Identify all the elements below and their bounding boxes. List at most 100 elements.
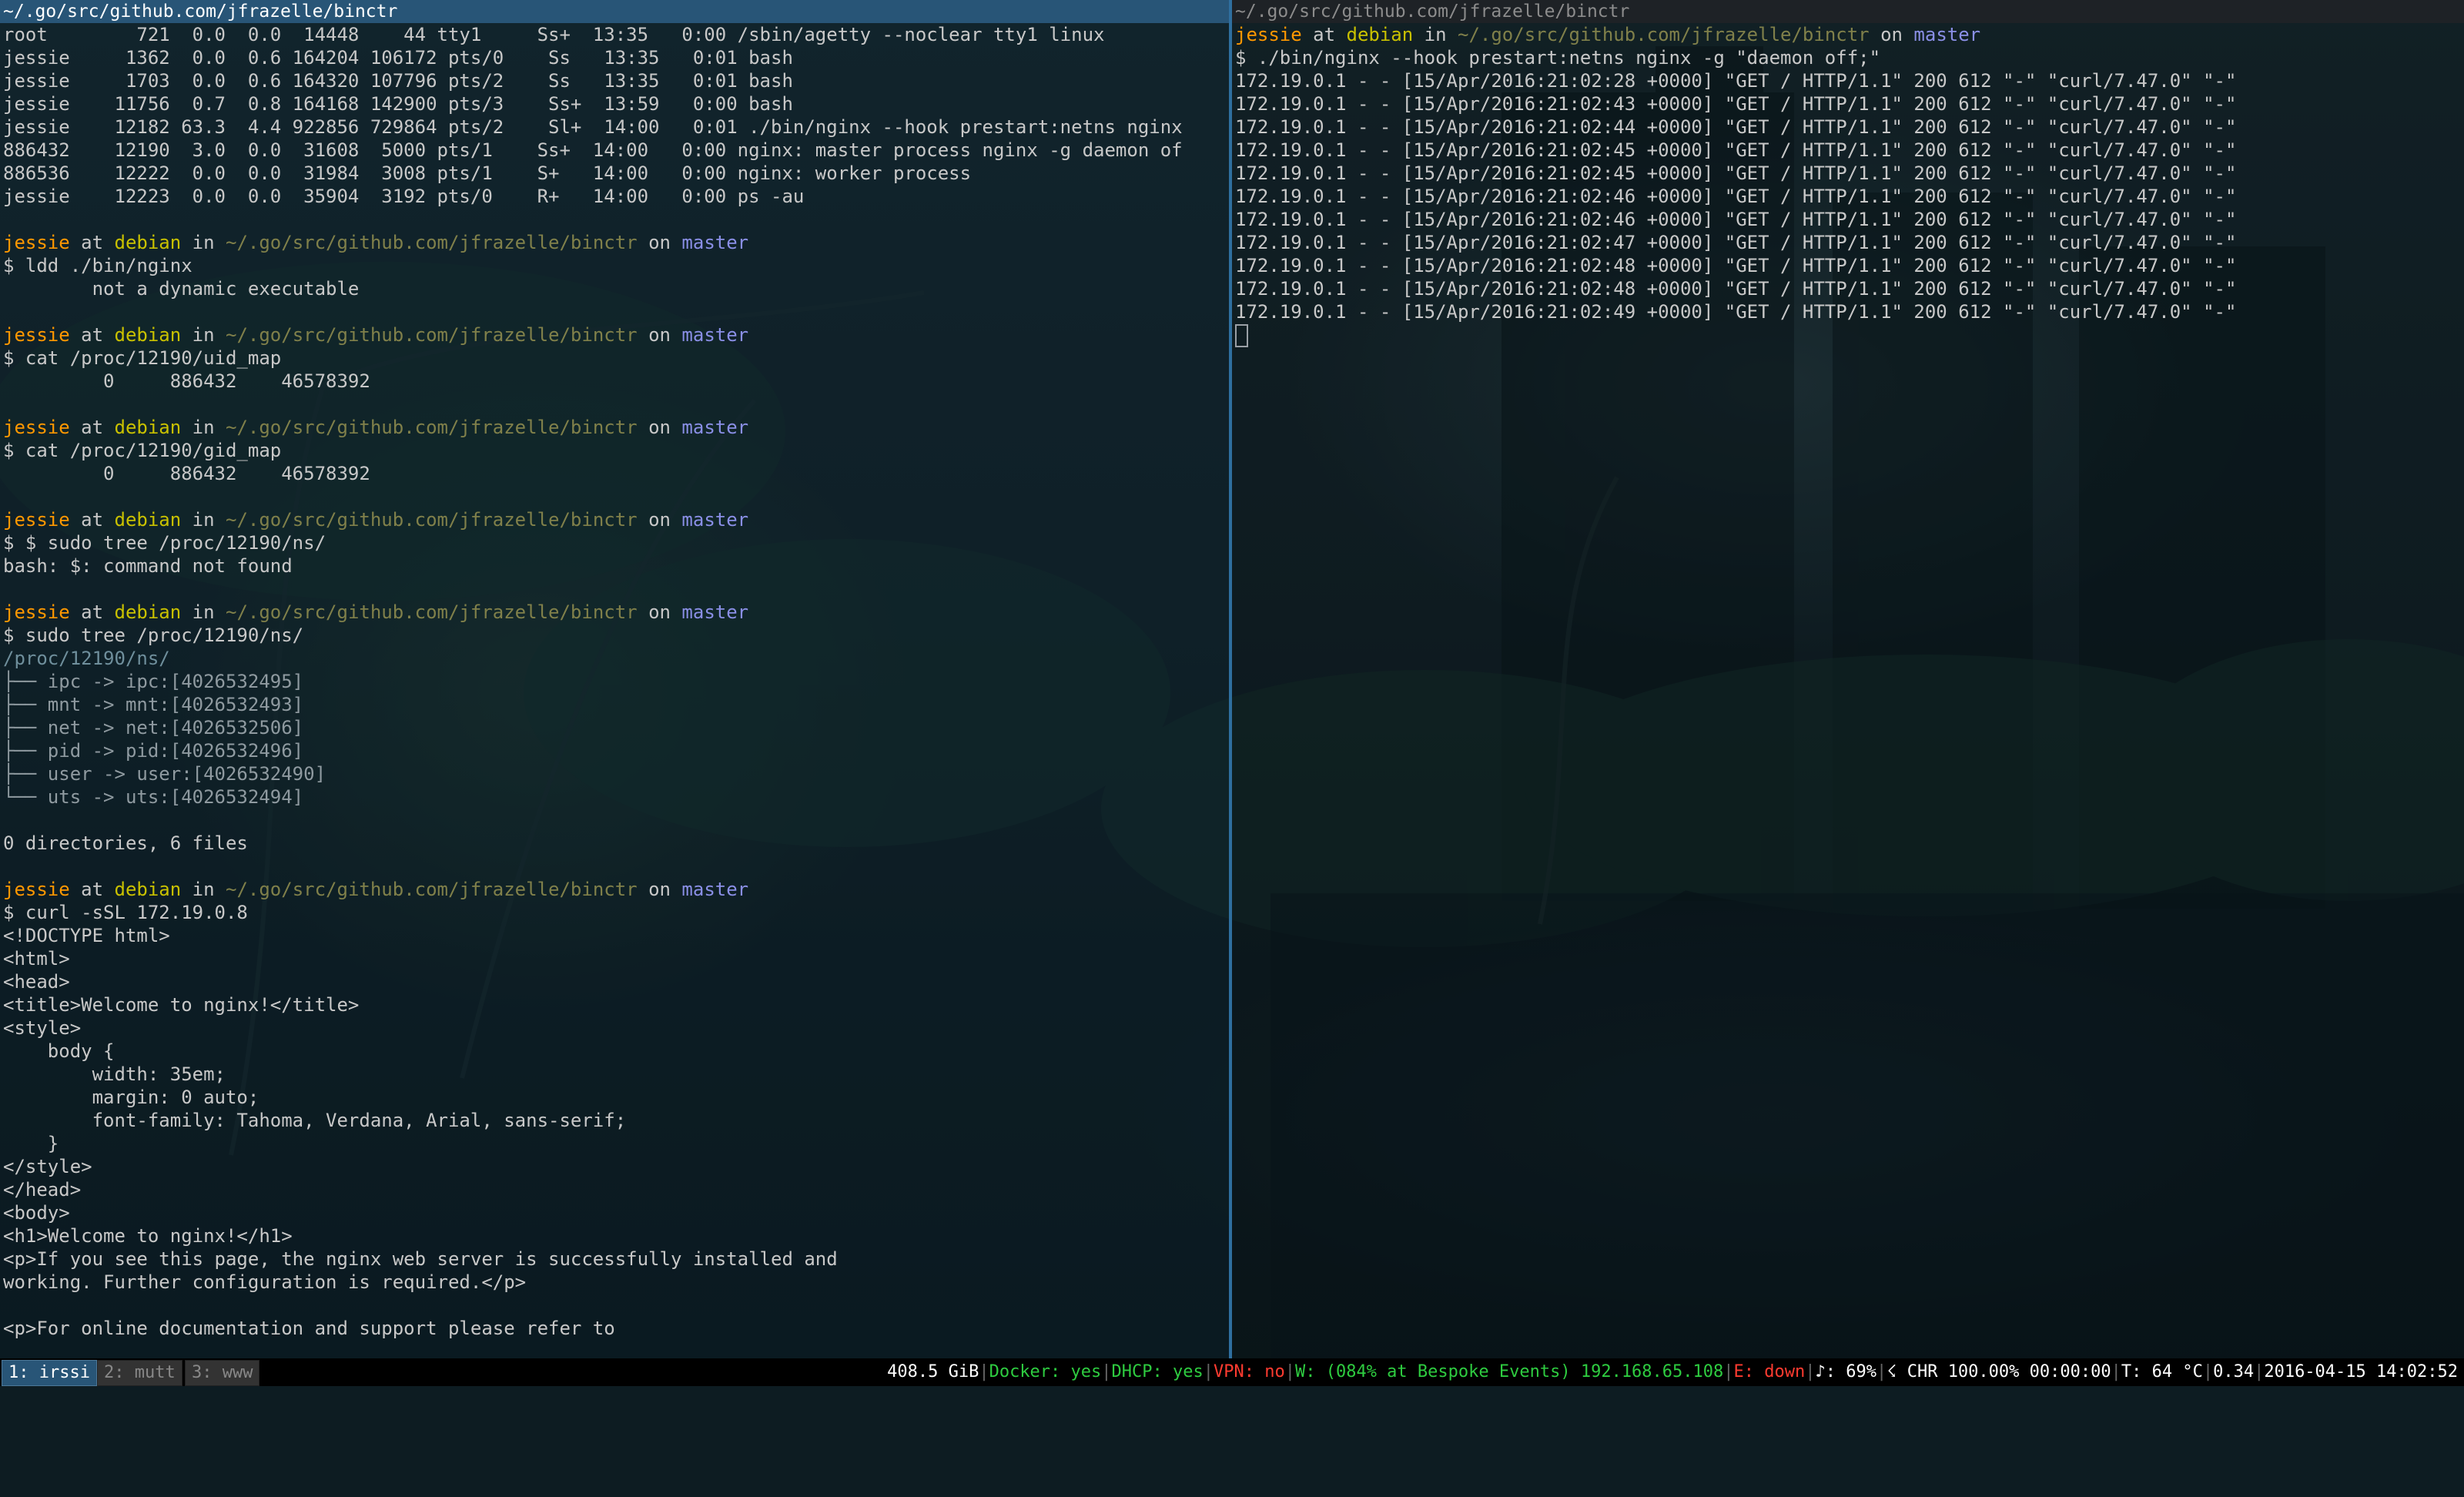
prompt-at: at bbox=[69, 417, 115, 438]
prompt-user: jessie bbox=[1235, 24, 1302, 45]
command-line: $ cat /proc/12190/gid_map bbox=[3, 440, 282, 461]
curl-output-line: working. Further configuration is requir… bbox=[3, 1271, 527, 1293]
command-line: $ ./bin/nginx --hook prestart:netns ngin… bbox=[1235, 47, 1881, 69]
curl-output-line: <body> bbox=[3, 1202, 70, 1224]
command-line: $ curl -sSL 172.19.0.8 bbox=[3, 902, 248, 923]
clock: 2016-04-15 14:02:52 bbox=[2264, 1362, 2458, 1381]
prompt-branch: master bbox=[681, 417, 749, 438]
curl-output-line: <p>If you see this page, the nginx web s… bbox=[3, 1248, 838, 1270]
prompt-host: debian bbox=[114, 417, 182, 438]
curl-output-line: <title>Welcome to nginx!</title> bbox=[3, 994, 360, 1016]
prompt-in: in bbox=[181, 232, 226, 253]
command-line: $ ldd ./bin/nginx bbox=[3, 255, 192, 276]
prompt-path: ~/.go/src/github.com/jfrazelle/binctr bbox=[226, 509, 638, 531]
tree-entry: ├── net -> net:[4026532506] bbox=[3, 717, 304, 738]
command-output: bash: $: command not found bbox=[3, 555, 293, 577]
prompt-path: ~/.go/src/github.com/jfrazelle/binctr bbox=[226, 324, 638, 346]
curl-output-line: <h1>Welcome to nginx!</h1> bbox=[3, 1225, 293, 1247]
prompt-at: at bbox=[69, 324, 115, 346]
access-log-line: 172.19.0.1 - - [15/Apr/2016:21:02:43 +00… bbox=[1235, 93, 2237, 115]
prompt-path: ~/.go/src/github.com/jfrazelle/binctr bbox=[226, 879, 638, 900]
tree-entry: ├── ipc -> ipc:[4026532495] bbox=[3, 671, 304, 692]
prompt-host: debian bbox=[114, 601, 182, 623]
workspace-button-irssi[interactable]: 1: irssi bbox=[2, 1360, 97, 1386]
command-output: not a dynamic executable bbox=[3, 278, 360, 300]
prompt-in: in bbox=[181, 601, 226, 623]
status-bar: 1: irssi 2: mutt 3: www 408.5 GiB|Docker… bbox=[0, 1358, 2464, 1386]
terminal-pane-left[interactable]: ~/.go/src/github.com/jfrazelle/binctr ro… bbox=[0, 0, 1232, 1358]
prompt-branch: master bbox=[681, 879, 749, 900]
prompt-on: on bbox=[637, 879, 682, 900]
curl-output-line: <p>For online documentation and support … bbox=[3, 1318, 615, 1339]
cursor-line bbox=[1235, 323, 2464, 347]
terminal-line: jessie 1703 0.0 0.6 164320 107796 pts/2 … bbox=[3, 70, 793, 92]
terminal-output[interactable]: jessie at debian in ~/.go/src/github.com… bbox=[1232, 23, 2464, 347]
disk-status: 408.5 GiB bbox=[887, 1362, 979, 1381]
command-line: $ sudo tree /proc/12190/ns/ bbox=[3, 625, 304, 646]
prompt-host: debian bbox=[1346, 24, 1414, 45]
curl-output-line: </style> bbox=[3, 1156, 92, 1177]
prompt-host: debian bbox=[114, 509, 182, 531]
shell-prompt: jessie at debian in ~/.go/src/github.com… bbox=[1235, 23, 2464, 46]
prompt-path: ~/.go/src/github.com/jfrazelle/binctr bbox=[226, 601, 638, 623]
prompt-host: debian bbox=[114, 879, 182, 900]
prompt-user: jessie bbox=[3, 601, 70, 623]
prompt-at: at bbox=[69, 232, 115, 253]
shell-prompt: jessie at debian in ~/.go/src/github.com… bbox=[3, 878, 1229, 901]
curl-output-line: <head> bbox=[3, 971, 70, 993]
tree-entry: ├── pid -> pid:[4026532496] bbox=[3, 740, 304, 762]
prompt-on: on bbox=[1869, 24, 1914, 45]
terminal-line: root 721 0.0 0.0 14448 44 tty1 Ss+ 13:35… bbox=[3, 24, 1105, 45]
prompt-path: ~/.go/src/github.com/jfrazelle/binctr bbox=[226, 232, 638, 253]
window-title[interactable]: ~/.go/src/github.com/jfrazelle/binctr bbox=[0, 0, 1229, 23]
curl-output-line: <html> bbox=[3, 948, 70, 970]
window-title[interactable]: ~/.go/src/github.com/jfrazelle/binctr bbox=[1232, 0, 2464, 23]
command-output: 0 886432 46578392 bbox=[3, 370, 370, 392]
shell-prompt: jessie at debian in ~/.go/src/github.com… bbox=[3, 416, 1229, 439]
load-status: 0.34 bbox=[2213, 1362, 2255, 1381]
command-output: 0 886432 46578392 bbox=[3, 463, 370, 484]
curl-output-line: margin: 0 auto; bbox=[3, 1087, 259, 1108]
dhcp-status: DHCP: yes bbox=[1111, 1362, 1204, 1381]
prompt-branch: master bbox=[681, 324, 749, 346]
terminal-line: jessie 1362 0.0 0.6 164204 106172 pts/0 … bbox=[3, 47, 793, 69]
prompt-user: jessie bbox=[3, 509, 70, 531]
prompt-user: jessie bbox=[3, 324, 70, 346]
prompt-at: at bbox=[69, 879, 115, 900]
workspace-button-www[interactable]: 3: www bbox=[185, 1360, 260, 1386]
prompt-on: on bbox=[637, 601, 682, 623]
prompt-user: jessie bbox=[3, 417, 70, 438]
prompt-at: at bbox=[1301, 24, 1347, 45]
prompt-on: on bbox=[637, 324, 682, 346]
workspace-button-mutt[interactable]: 2: mutt bbox=[97, 1360, 182, 1386]
docker-status: Docker: yes bbox=[989, 1362, 1102, 1381]
vpn-status: VPN: no bbox=[1214, 1362, 1285, 1381]
prompt-path: ~/.go/src/github.com/jfrazelle/binctr bbox=[226, 417, 638, 438]
curl-output-line: </head> bbox=[3, 1179, 82, 1201]
access-log-line: 172.19.0.1 - - [15/Apr/2016:21:02:28 +00… bbox=[1235, 70, 2237, 92]
prompt-in: in bbox=[181, 879, 226, 900]
terminal-line: 886432 12190 3.0 0.0 31608 5000 pts/1 Ss… bbox=[3, 139, 1183, 161]
prompt-at: at bbox=[69, 601, 115, 623]
curl-output-line: } bbox=[3, 1133, 59, 1154]
curl-output-line bbox=[3, 1294, 1229, 1317]
terminal-output[interactable]: root 721 0.0 0.0 14448 44 tty1 Ss+ 13:35… bbox=[0, 23, 1229, 1340]
battery-status: ☇ CHR 100.00% 00:00:00 bbox=[1886, 1362, 2111, 1381]
prompt-on: on bbox=[637, 417, 682, 438]
command-line: $ $ sudo tree /proc/12190/ns/ bbox=[3, 532, 326, 554]
prompt-in: in bbox=[181, 417, 226, 438]
shell-prompt: jessie at debian in ~/.go/src/github.com… bbox=[3, 508, 1229, 531]
access-log-line: 172.19.0.1 - - [15/Apr/2016:21:02:49 +00… bbox=[1235, 301, 2237, 323]
access-log-line: 172.19.0.1 - - [15/Apr/2016:21:02:46 +00… bbox=[1235, 186, 2237, 207]
status-indicators: 408.5 GiB|Docker: yes|DHCP: yes|VPN: no|… bbox=[887, 1362, 2458, 1381]
access-log-line: 172.19.0.1 - - [15/Apr/2016:21:02:48 +00… bbox=[1235, 278, 2237, 300]
curl-output-line: font-family: Tahoma, Verdana, Arial, san… bbox=[3, 1110, 627, 1131]
terminal-pane-right[interactable]: ~/.go/src/github.com/jfrazelle/binctr je… bbox=[1232, 0, 2464, 1358]
access-log-line: 172.19.0.1 - - [15/Apr/2016:21:02:48 +00… bbox=[1235, 255, 2237, 276]
access-log-line: 172.19.0.1 - - [15/Apr/2016:21:02:47 +00… bbox=[1235, 232, 2237, 253]
